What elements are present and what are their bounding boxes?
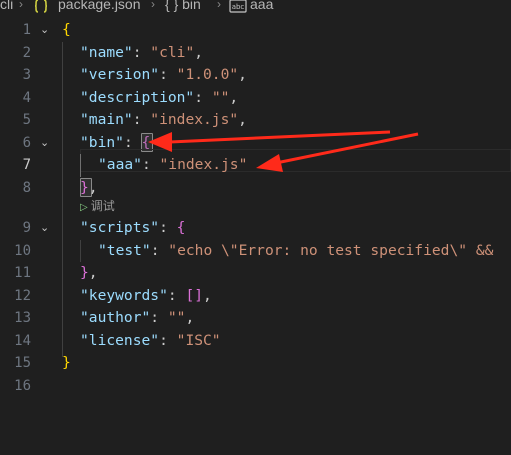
breadcrumb-item-bin[interactable]: { } bin <box>165 0 201 11</box>
arrow-to-bin-brace <box>148 130 391 152</box>
json-file-icon <box>34 0 48 14</box>
breadcrumb: cli › package.json › { } bin › abc aaa <box>0 0 511 14</box>
breadcrumb-item-cli[interactable]: cli <box>0 0 13 11</box>
breadcrumb-separator: › <box>151 0 155 11</box>
breadcrumb-item-package-json[interactable]: package.json <box>58 0 141 11</box>
annotation-arrows <box>148 130 419 172</box>
string-key-icon: abc <box>229 0 247 14</box>
breadcrumb-separator: › <box>19 0 23 11</box>
arrow-to-aaa-value <box>256 132 419 172</box>
breadcrumb-item-aaa[interactable]: aaa <box>250 0 273 11</box>
code-editor[interactable]: 1 ⌄ { 2 "name": "cli", 3 "version": "1.0… <box>0 14 511 455</box>
svg-text:abc: abc <box>232 3 245 11</box>
breadcrumb-separator: › <box>217 0 221 11</box>
